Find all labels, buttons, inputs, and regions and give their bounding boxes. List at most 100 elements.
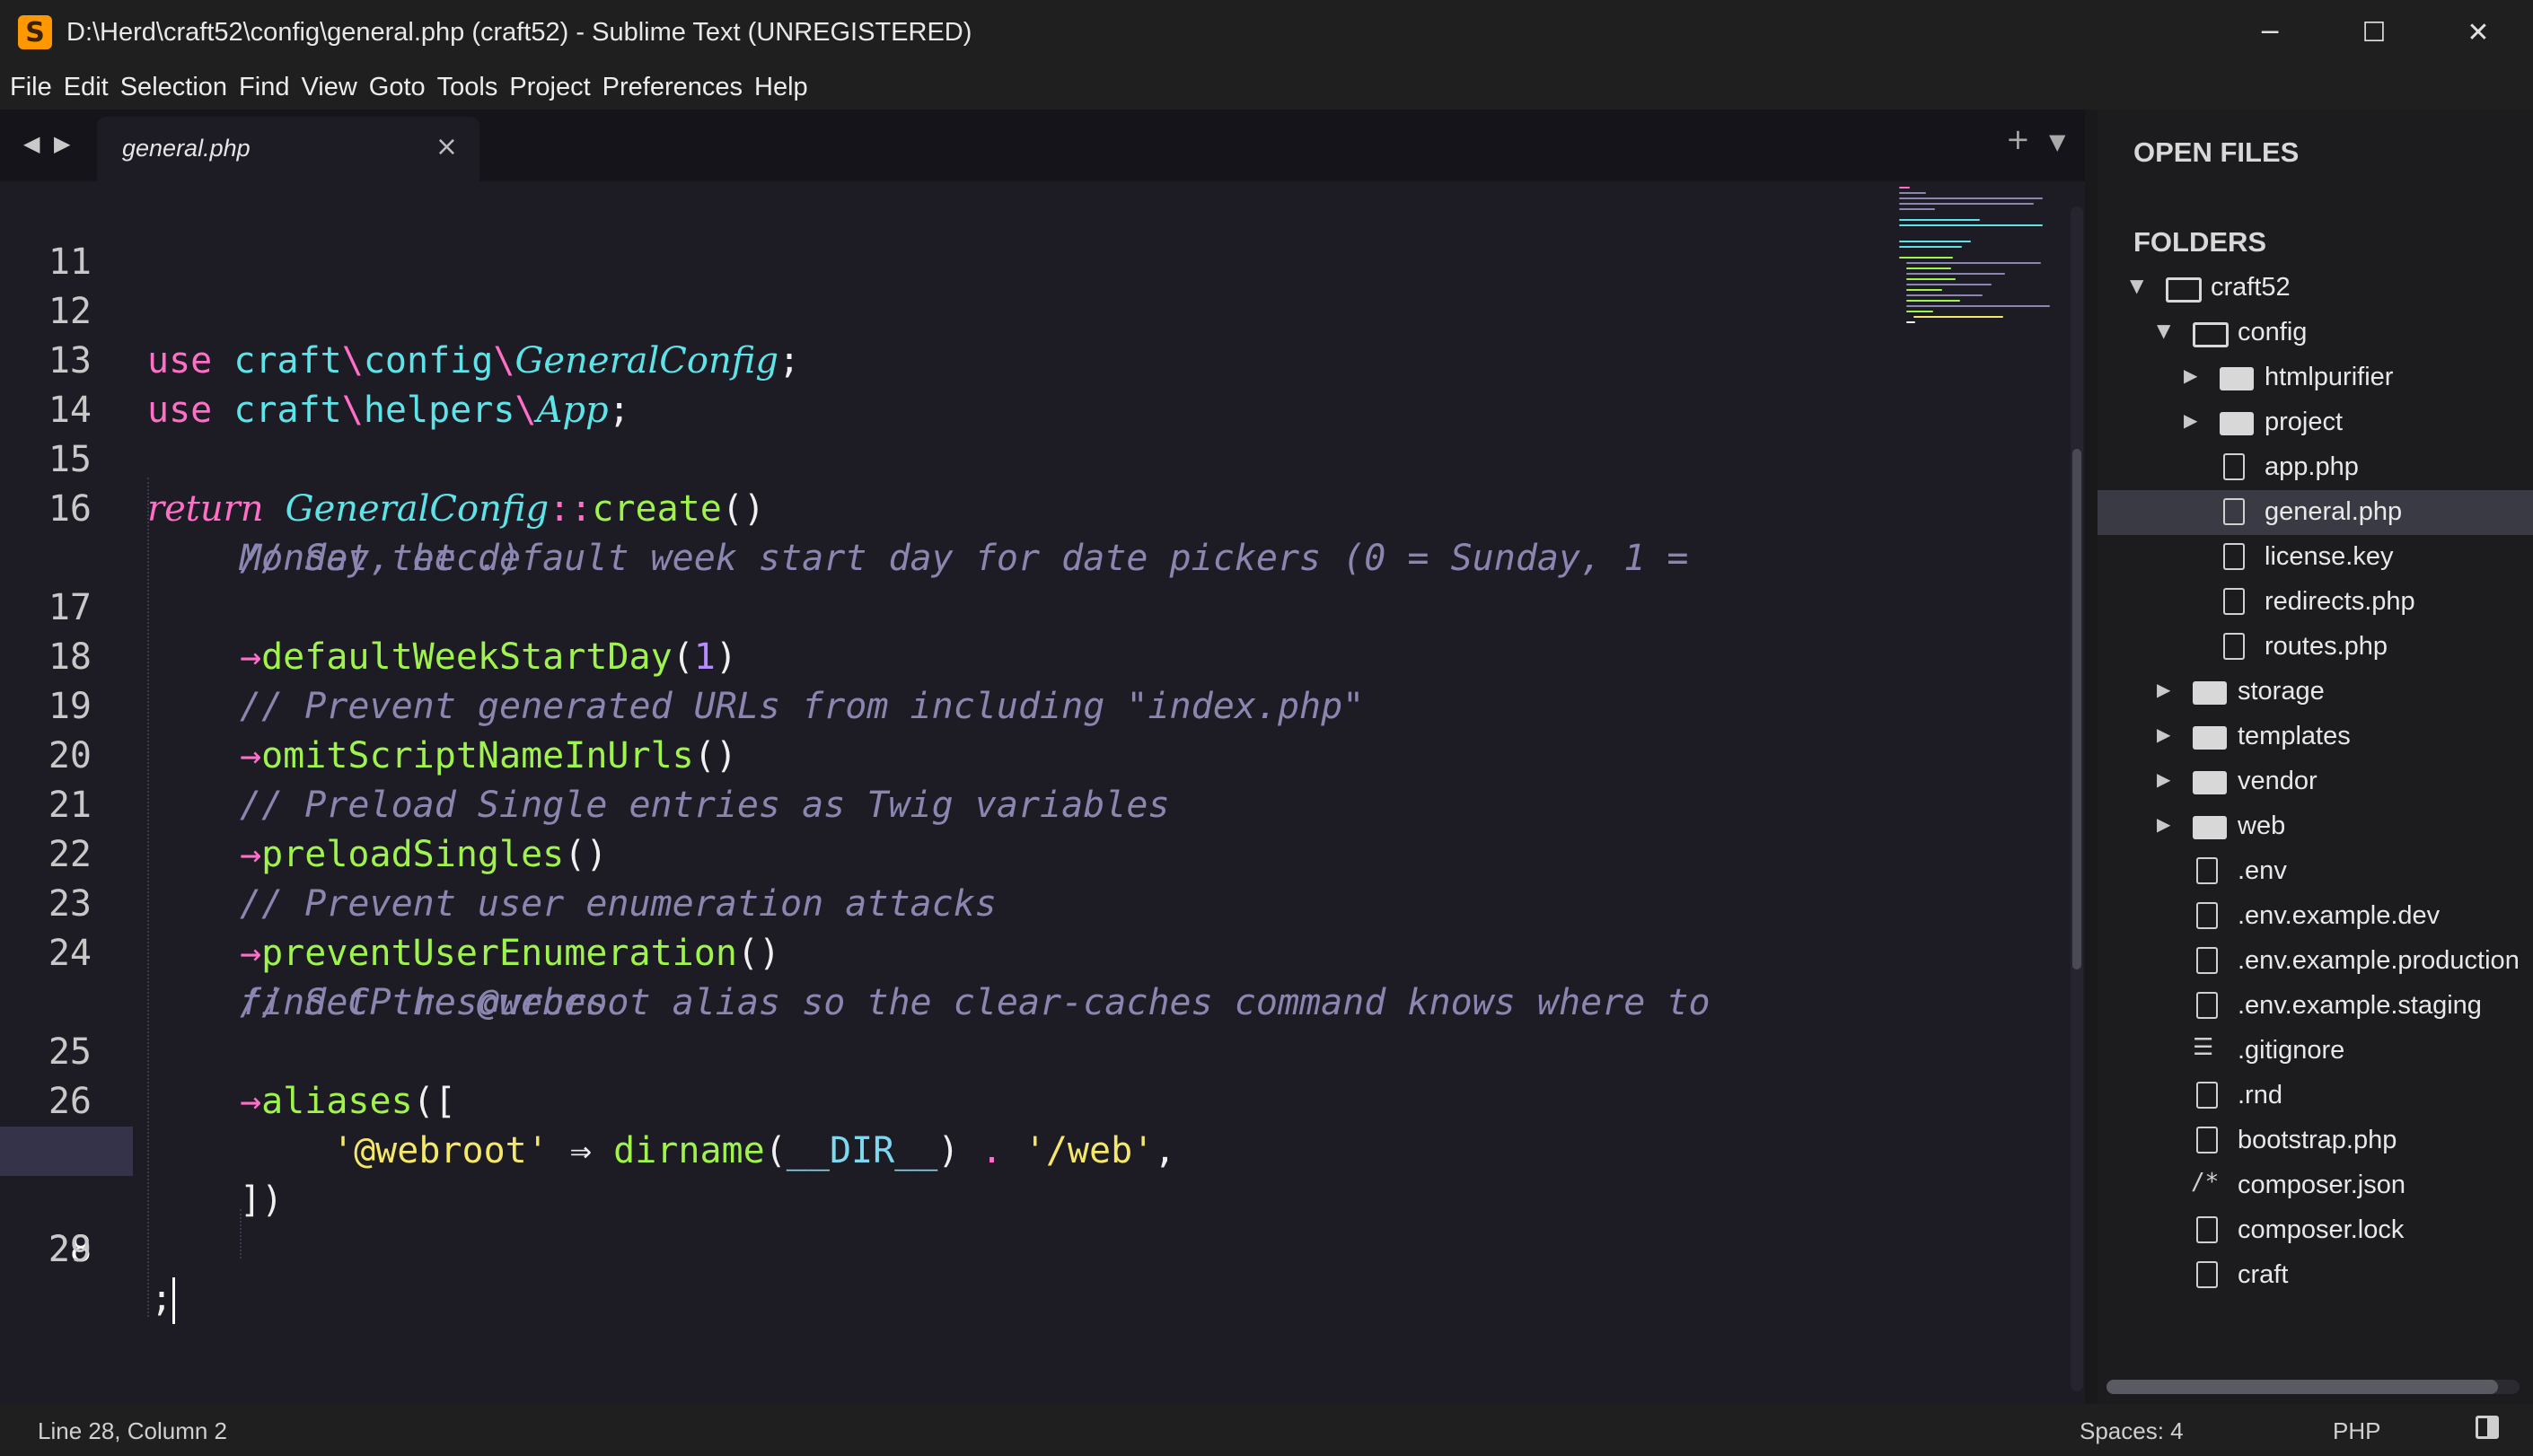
tree-item-label: routes.php [2265, 632, 2388, 661]
tree-folder-web[interactable]: ▶ web [2098, 804, 2533, 849]
disclosure-triangle-icon[interactable]: ▼ [2130, 275, 2143, 296]
disclosure-triangle-icon[interactable]: ▼ [2157, 320, 2170, 341]
code-line: 20 // Preload Single entries as Twig var… [0, 682, 2085, 826]
minimap[interactable] [1899, 183, 2061, 336]
tree-file-env-example-staging[interactable]: .env.example.staging [2098, 984, 2533, 1029]
minimap-line [1899, 241, 1971, 242]
minimap-line [1906, 289, 1942, 291]
menu-edit[interactable]: Edit [59, 73, 116, 102]
disclosure-triangle-icon[interactable]: ▶ [2157, 724, 2170, 745]
tab-forward-arrow-icon[interactable]: ▶ [54, 131, 70, 156]
tree-item-label: craft [2238, 1260, 2289, 1289]
disclosure-triangle-icon[interactable]: ▶ [2157, 813, 2170, 835]
tree-file-gitignore[interactable]: ☰ .gitignore [2098, 1029, 2533, 1074]
menu-file[interactable]: File [5, 73, 59, 102]
tree-folder-vendor[interactable]: ▶ vendor [2098, 759, 2533, 804]
tree-file-license-key[interactable]: license.key [2098, 535, 2533, 580]
open-files-header: OPEN FILES [2133, 136, 2300, 168]
tree-file-app-php[interactable]: app.php [2098, 445, 2533, 490]
tree-file-craft[interactable]: craft [2098, 1253, 2533, 1298]
minimap-line [1906, 300, 1960, 302]
maximize-button[interactable]: ☐ [2322, 0, 2426, 65]
code-line-wrapped: Monday, etc.) [0, 485, 2085, 579]
panel-toggle-icon[interactable] [2476, 1416, 2499, 1439]
disclosure-triangle-icon[interactable]: ▶ [2157, 768, 2170, 790]
tree-folder-htmlpurifier[interactable]: ▶ htmlpurifier [2098, 355, 2533, 400]
editor-scroll-thumb[interactable] [2072, 449, 2081, 969]
minimap-line [1899, 257, 1953, 259]
folder-icon [2220, 367, 2254, 390]
menu-tools[interactable]: Tools [433, 73, 506, 102]
window-title: D:\Herd\craft52\config\general.php (craf… [66, 17, 972, 47]
tree-file-env[interactable]: .env [2098, 849, 2533, 894]
new-tab-icon[interactable]: + [2006, 122, 2030, 156]
tree-item-label: storage [2238, 677, 2325, 706]
code-line: 16 // Set the default week start day for… [0, 435, 2085, 579]
tree-file-env-example-production[interactable]: .env.example.production [2098, 939, 2533, 984]
folder-open-icon [2193, 322, 2229, 347]
menu-selection[interactable]: Selection [116, 73, 234, 102]
tree-item-label: .gitignore [2238, 1036, 2345, 1065]
tree-folder-config[interactable]: ▼ config [2098, 311, 2533, 355]
cursor-position: Line 28, Column 2 [38, 1417, 228, 1444]
sidebar-scroll-thumb[interactable] [2106, 1380, 2498, 1394]
minimap-line [1899, 224, 2043, 226]
minimap-line [1899, 203, 2034, 205]
menu-help[interactable]: Help [750, 73, 815, 102]
folder-open-icon [2166, 277, 2202, 303]
minimap-line [1899, 197, 2043, 199]
tab-label: general.php [122, 135, 251, 162]
menu-goto[interactable]: Goto [365, 73, 433, 102]
tab-dropdown-icon[interactable]: ▼ [2049, 129, 2065, 154]
menu-bar: File Edit Selection Find View Goto Tools… [0, 65, 2533, 110]
file-icon [2196, 1216, 2218, 1243]
tree-item-label: app.php [2265, 452, 2359, 481]
tree-file-redirects-php[interactable]: redirects.php [2098, 580, 2533, 625]
tree-folder-project[interactable]: ▶ project [2098, 400, 2533, 445]
tree-file-composer-lock[interactable]: composer.lock [2098, 1208, 2533, 1253]
syntax-selector[interactable]: PHP [2333, 1417, 2380, 1445]
minimap-line [1906, 284, 1992, 285]
tree-folder-storage[interactable]: ▶ storage [2098, 670, 2533, 715]
menu-preferences[interactable]: Preferences [598, 73, 750, 102]
code-line-wrapped: find CP resources [0, 929, 2085, 1023]
tree-folder-craft52[interactable]: ▼ craft52 [2098, 266, 2533, 311]
disclosure-triangle-icon[interactable]: ▶ [2184, 409, 2197, 431]
menu-project[interactable]: Project [505, 73, 597, 102]
tree-file-rnd[interactable]: .rnd [2098, 1074, 2533, 1118]
code-line: 23 →preventUserEnumeration() [0, 830, 2085, 974]
tab-close-icon[interactable]: × [435, 131, 458, 162]
tree-item-label: license.key [2265, 542, 2394, 571]
minimap-line [1899, 246, 1962, 248]
indentation-setting[interactable]: Spaces: 4 [2080, 1417, 2184, 1445]
code-line: 21 →preloadSingles() [0, 732, 2085, 875]
tree-item-label: project [2265, 408, 2344, 436]
minimize-button[interactable]: ─ [2218, 0, 2322, 65]
status-bar: Line 28, Column 2 Spaces: 4 PHP [0, 1404, 2533, 1456]
code-editor[interactable]: 11 12 use craft\config\GeneralConfig; 13… [0, 181, 2085, 1404]
folder-icon [2220, 412, 2254, 435]
code-line: 22 // Prevent user enumeration attacks [0, 781, 2085, 925]
tree-file-routes-php[interactable]: routes.php [2098, 625, 2533, 670]
tab-back-arrow-icon[interactable]: ◀ [23, 131, 40, 156]
file-icon [2196, 1127, 2218, 1153]
tree-item-label: .env.example.staging [2238, 991, 2482, 1020]
folder-icon [2193, 681, 2227, 705]
tree-item-label: composer.lock [2238, 1215, 2405, 1244]
menu-view[interactable]: View [296, 73, 364, 102]
disclosure-triangle-icon[interactable]: ▶ [2157, 679, 2170, 700]
punctuation: ; [151, 1278, 173, 1320]
tree-item-label: config [2238, 318, 2308, 346]
close-window-button[interactable]: ✕ [2426, 0, 2530, 65]
disclosure-triangle-icon[interactable]: ▶ [2184, 364, 2197, 386]
tree-item-label: redirects.php [2265, 587, 2415, 616]
tree-file-general-php[interactable]: general.php [2098, 490, 2533, 535]
tree-file-bootstrap-php[interactable]: bootstrap.php [2098, 1118, 2533, 1163]
tree-file-env-example-dev[interactable]: .env.example.dev [2098, 894, 2533, 939]
tree-folder-templates[interactable]: ▶ templates [2098, 715, 2533, 759]
minimap-line [1899, 208, 1935, 210]
tree-file-composer-json[interactable]: /* composer.json [2098, 1163, 2533, 1208]
minimap-line [1899, 187, 1910, 189]
tab-general-php[interactable]: general.php × [97, 117, 479, 181]
menu-find[interactable]: Find [234, 73, 296, 102]
